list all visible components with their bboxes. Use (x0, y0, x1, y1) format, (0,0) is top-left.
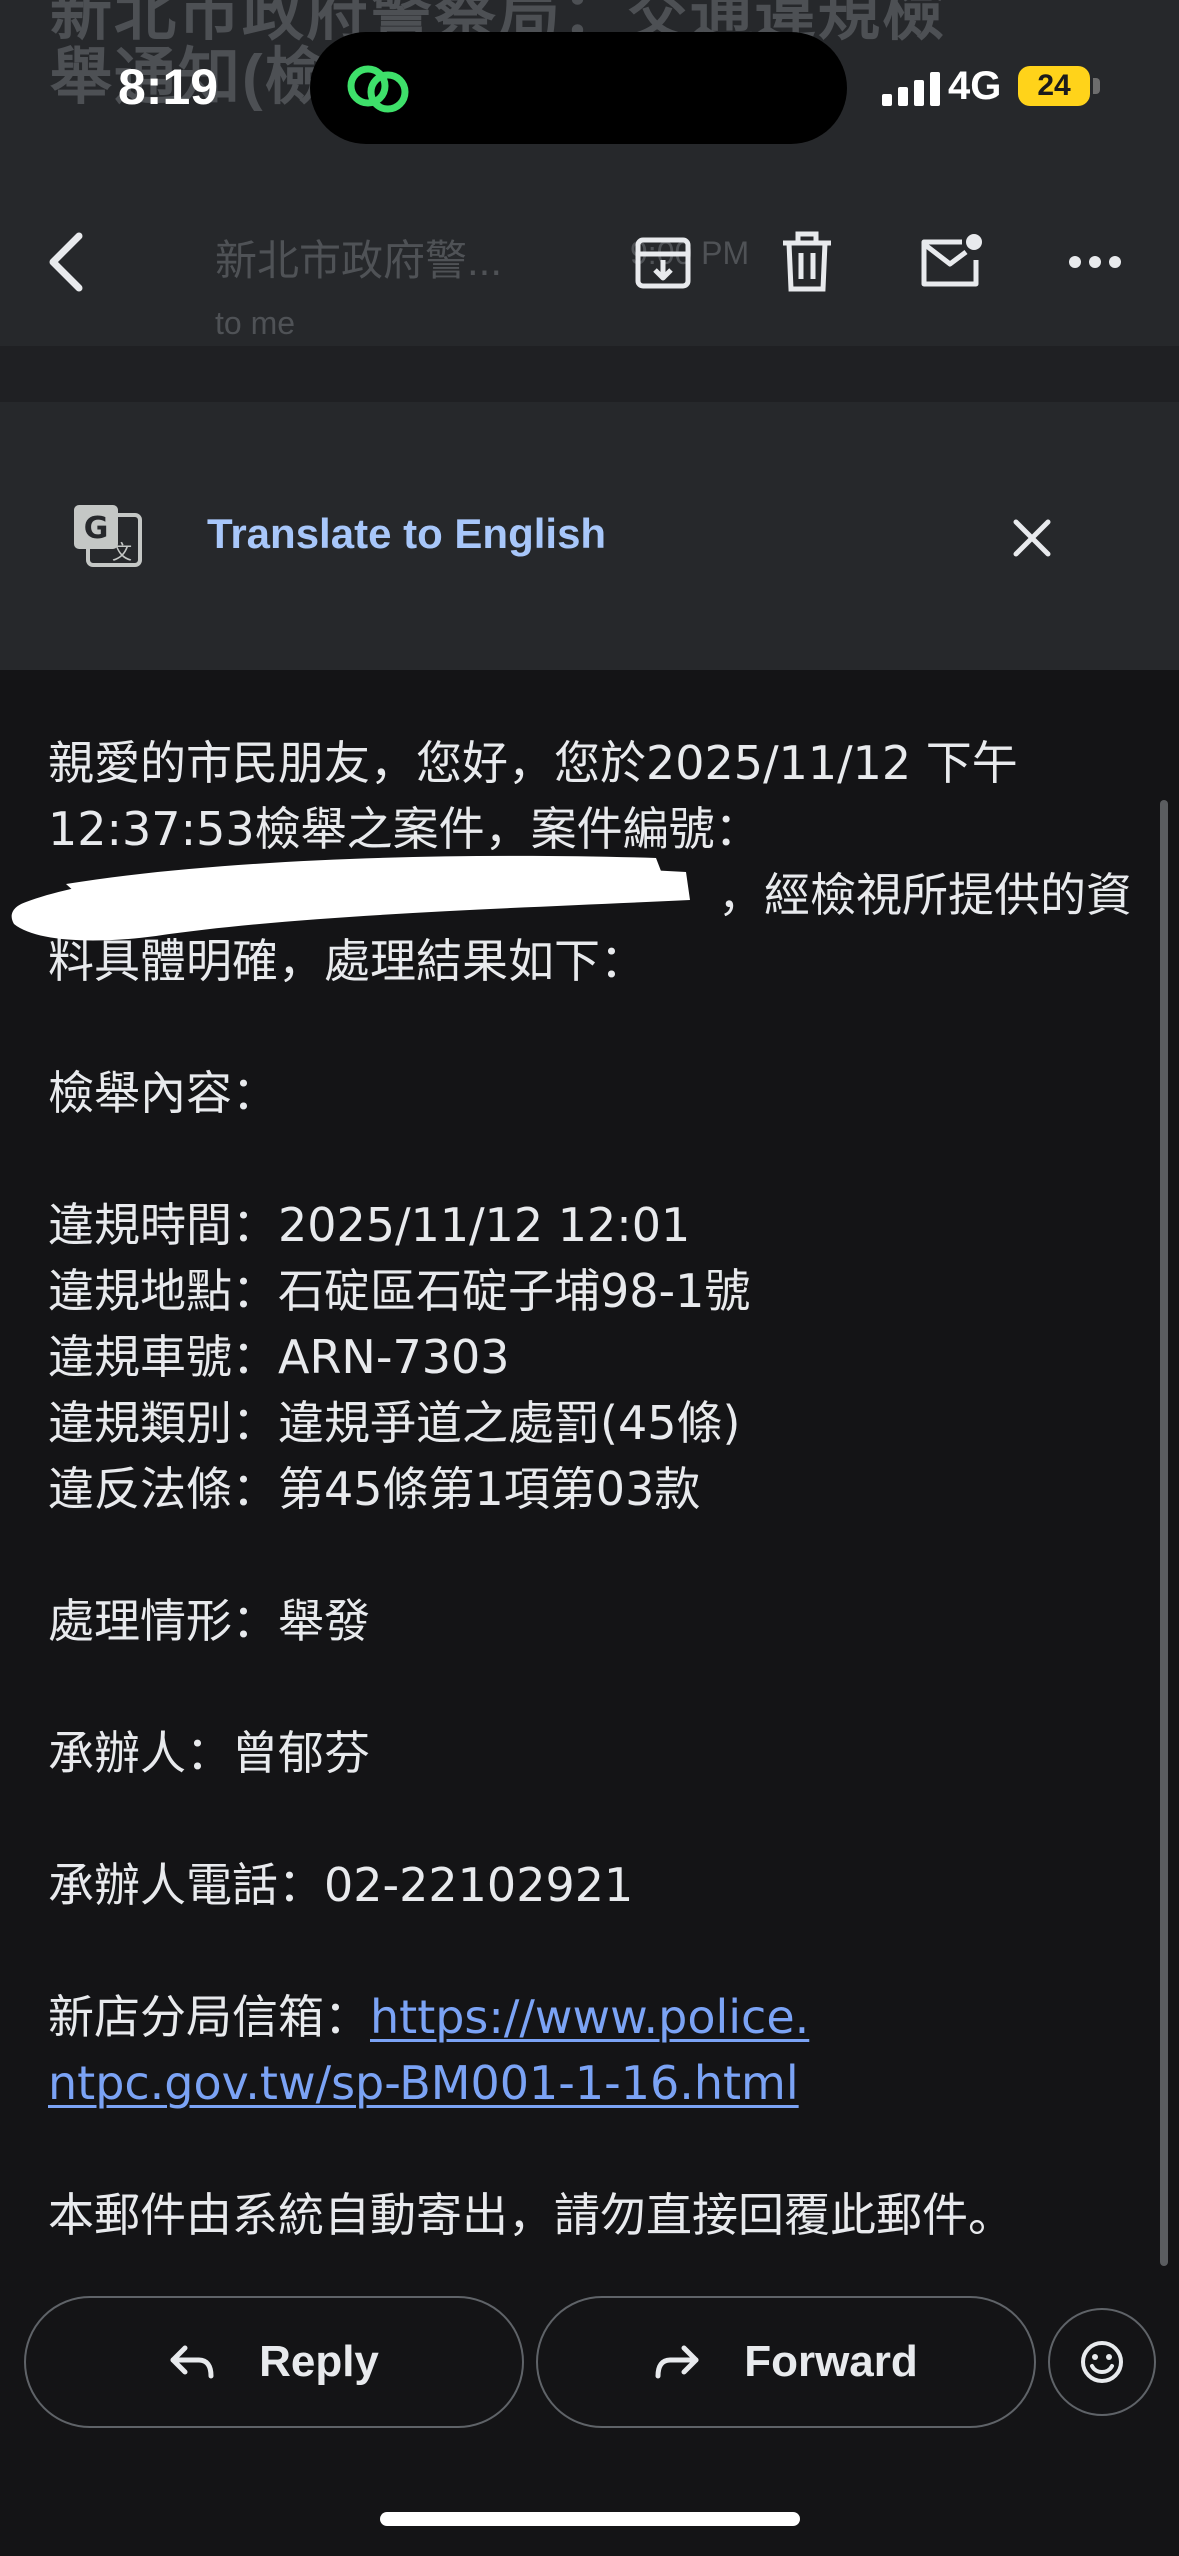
violation-law: 違反法條：第45條第1項第03款 (48, 1462, 701, 1516)
violation-time: 違規時間：2025/11/12 12:01 (48, 1198, 691, 1252)
status-time: 8:19 (118, 59, 219, 115)
mailbox-line: 新店分局信箱：https://www.police. (48, 1984, 1108, 2050)
network-type: 4G (948, 64, 1002, 108)
action-row: Reply Forward (0, 2296, 1179, 2432)
footer-note: 本郵件由系統自動寄出，請勿直接回覆此郵件。 (48, 2188, 1014, 2242)
mark-unread-icon (921, 234, 982, 287)
forward-icon (655, 2345, 699, 2379)
reply-button[interactable]: Reply (24, 2296, 524, 2428)
recipient-line: to me (215, 305, 296, 341)
back-button[interactable] (22, 217, 112, 307)
emoji-reaction-button[interactable] (1048, 2308, 1156, 2416)
translate-icon: G 文 (74, 505, 142, 567)
more-icon (1069, 256, 1121, 268)
officer: 承辦人：曾郁芬 (48, 1726, 370, 1780)
officer-phone: 承辦人電話：02-22102921 (48, 1858, 634, 1912)
content-heading: 檢舉內容： (48, 1066, 278, 1120)
translate-close-button[interactable] (1000, 506, 1064, 570)
header-divider (0, 346, 1179, 402)
translate-to-english-button[interactable]: Translate to English (207, 510, 606, 558)
svg-text:文: 文 (112, 540, 132, 564)
status-bar: 8:19 4G 24 (0, 0, 1179, 170)
delete-button[interactable] (762, 217, 852, 307)
scrollbar[interactable] (1160, 800, 1168, 2266)
more-button[interactable] (1050, 217, 1140, 307)
back-arrow-icon (49, 232, 83, 292)
mark-unread-button[interactable] (906, 217, 996, 307)
forward-label: Forward (744, 2337, 918, 2386)
dynamic-island (310, 32, 847, 144)
mailbox-label: 新店分局信箱： (48, 1990, 370, 2044)
violation-location: 違規地點：石碇區石碇子埔98-1號 (48, 1264, 751, 1318)
email-header: 新北市政府警察局：交通違規檢 舉通知(檢 8:19 4G 24 新北市政府警..… (0, 0, 1179, 346)
home-indicator[interactable] (380, 2512, 800, 2526)
message-toolbar: 新北市政府警... 9:00 PM to me (0, 195, 1179, 341)
battery-icon: 24 (1018, 66, 1090, 106)
redaction-scribble (11, 855, 690, 941)
handling-status: 處理情形：舉發 (48, 1594, 370, 1648)
archive-icon (635, 237, 691, 289)
email-body: 親愛的市民朋友，您好，您於2025/11/12 下午 12:37:53檢舉之案件… (48, 730, 1132, 2248)
mailbox-link-line-2: ntpc.gov.tw/sp-BM001-1-16.html (48, 2050, 1108, 2116)
sender-name: 新北市政府警... (215, 237, 503, 284)
reply-icon (170, 2345, 214, 2379)
mailbox-link-part-2[interactable]: ntpc.gov.tw/sp-BM001-1-16.html (48, 2056, 799, 2110)
intro-line-1: 親愛的市民朋友，您好，您於2025/11/12 下午 (48, 736, 1018, 790)
battery-cap (1093, 78, 1100, 94)
archive-button[interactable] (618, 217, 708, 307)
svg-text:G: G (84, 511, 109, 546)
reply-label: Reply (259, 2337, 379, 2386)
intro-line-3-text: ，經檢視所提供的資 (718, 868, 1132, 922)
forward-button[interactable]: Forward (536, 2296, 1036, 2428)
close-icon (1013, 519, 1051, 557)
cell-signal-icon (882, 72, 940, 106)
translate-bar: G 文 Translate to English (0, 402, 1179, 670)
violation-type: 違規類別：違規爭道之處罰(45條) (48, 1396, 741, 1450)
violation-plate: 違規車號：ARN-7303 (48, 1330, 510, 1384)
mailbox-link-part-1[interactable]: https://www.police. (370, 1990, 809, 2044)
emoji-icon (1081, 2341, 1123, 2383)
link-icon (347, 65, 409, 113)
trash-icon (783, 231, 831, 292)
battery-percent: 24 (1037, 69, 1071, 102)
